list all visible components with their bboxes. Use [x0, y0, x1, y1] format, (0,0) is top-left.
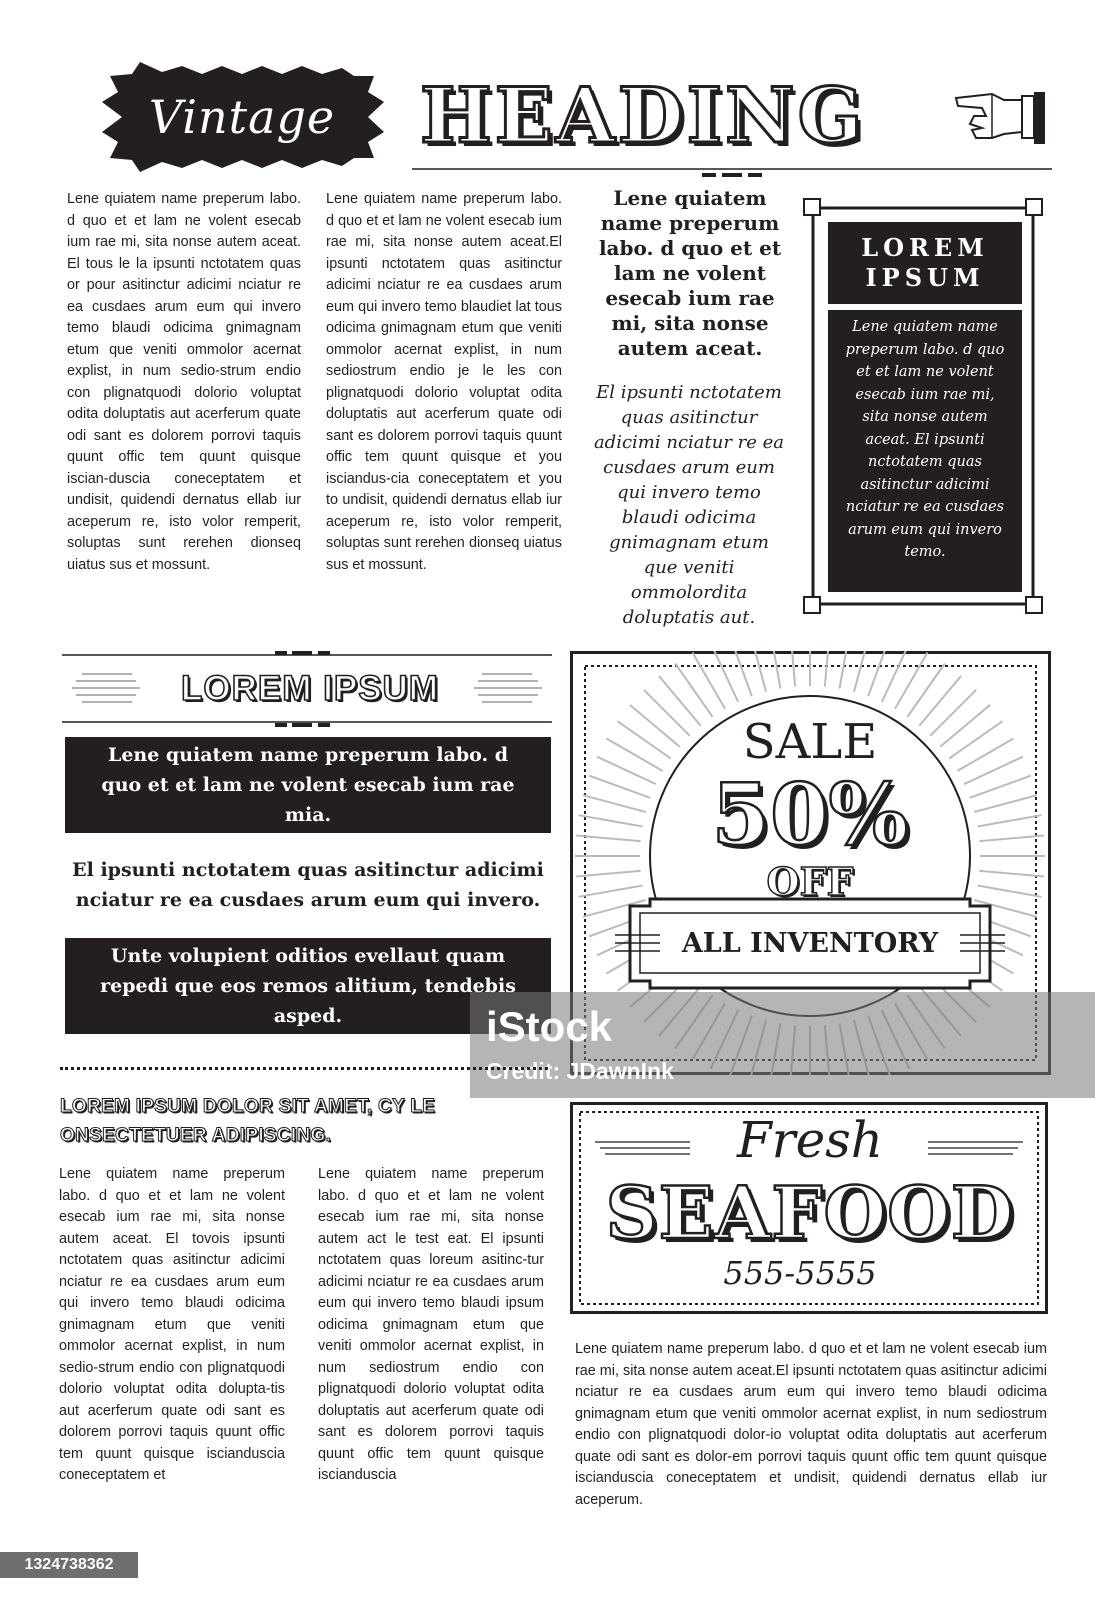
- pointing-hand-icon: [952, 84, 1047, 154]
- sub-heading: LOREM IPSUM DOLOR SIT AMET, CY LE ONSECT…: [60, 1096, 436, 1147]
- lorem-heading: LOREM IPSUM: [180, 668, 439, 709]
- lorem-box-title: LOREM IPSUM: [828, 222, 1022, 304]
- text-column-2: Lene quiatem name preperum labo. d quo e…: [326, 191, 562, 573]
- text-column-4: Lene quiatem name preperum labo. d quo e…: [318, 1166, 544, 1483]
- text-column-5: Lene quiatem name preperum labo. d quo e…: [575, 1341, 1047, 1508]
- dark-text-box-1-text: Lene quiatem name preperum labo. d quo e…: [101, 744, 515, 826]
- ornamental-rule: [412, 164, 1052, 178]
- dark-text-box-1: Lene quiatem name preperum labo. d quo e…: [65, 737, 551, 833]
- main-heading: HEADING: [419, 71, 866, 160]
- dark-text-box-2-text: Unte volupient oditios evellaut quam rep…: [100, 945, 516, 1027]
- lorem-box-title-line1: LOREM: [861, 233, 989, 262]
- text-column-3: Lene quiatem name preperum labo. d quo e…: [59, 1166, 285, 1483]
- seafood-phone: 555-5555: [723, 1254, 877, 1292]
- dotted-rule: [60, 1067, 548, 1070]
- sale-percent: 50%: [710, 764, 909, 866]
- lorem-box-body: Lene quiatem name preperum labo. d quo e…: [828, 310, 1022, 592]
- sale-inventory: ALL INVENTORY: [681, 928, 939, 959]
- ornamental-rule-lower: [62, 714, 552, 728]
- watermark-logo: iStock: [486, 1003, 613, 1050]
- ornamental-rule-upper: [62, 650, 552, 664]
- watermark-credit: Credit: JDawnInk: [486, 1058, 674, 1084]
- badge-text: Vintage: [148, 90, 336, 144]
- seafood-word: SEAFOOD: [604, 1169, 1015, 1257]
- center-bold-text: Lene quiatem name preperum labo. d quo e…: [598, 186, 782, 360]
- sale-word: SALE: [742, 714, 878, 770]
- seafood-fresh: Fresh: [736, 1111, 884, 1169]
- sale-off: OFF: [766, 858, 855, 905]
- lorem-box-title-line2: IPSUM: [865, 263, 985, 292]
- text-column-1: Lene quiatem name preperum labo. d quo e…: [67, 191, 301, 573]
- middle-text: El ipsunti nctotatem quas asitinctur adi…: [72, 859, 544, 911]
- center-italic-text: El ipsunti nctotatem quas asitinctur adi…: [593, 382, 785, 628]
- stock-id-label: 1324738362: [0, 1552, 138, 1578]
